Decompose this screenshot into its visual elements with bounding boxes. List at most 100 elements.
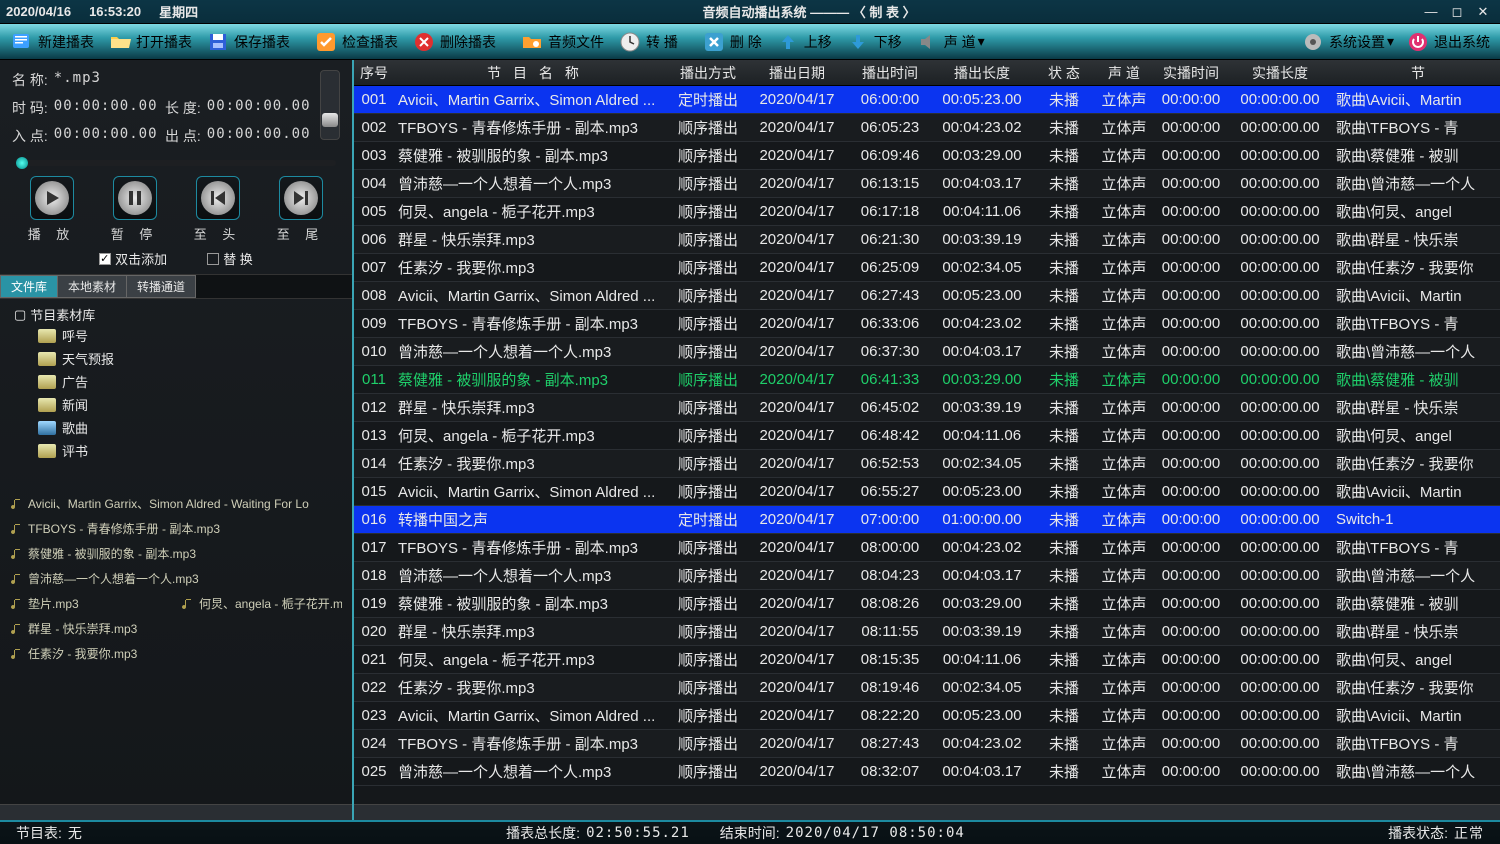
volume-slider[interactable] bbox=[320, 70, 340, 140]
tree-root[interactable]: ▢ 节目素材库 bbox=[14, 305, 348, 324]
file-item[interactable]: 垫片.mp3 bbox=[10, 591, 171, 616]
col-chan[interactable]: 声 道 bbox=[1094, 63, 1154, 83]
tab-local[interactable]: 本地素材 bbox=[57, 275, 127, 298]
col-date[interactable]: 播出日期 bbox=[744, 63, 850, 83]
tree-item[interactable]: 呼号 bbox=[14, 324, 348, 347]
toolbar-label: 音频文件 bbox=[548, 32, 604, 52]
toolbar-label: 删 除 bbox=[730, 32, 762, 52]
playlist-row[interactable]: 012群星 - 快乐崇拜.mp3顺序播出2020/04/1706:45:0200… bbox=[354, 394, 1500, 422]
minimize-button[interactable]: — bbox=[1420, 4, 1442, 20]
move-down-button[interactable]: 下移 bbox=[840, 27, 908, 57]
tree-item[interactable]: 新闻 bbox=[14, 393, 348, 416]
playlist-row[interactable]: 014任素汐 - 我要你.mp3顺序播出2020/04/1706:52:5300… bbox=[354, 450, 1500, 478]
col-name[interactable]: 节 目 名 称 bbox=[394, 63, 672, 83]
file-item[interactable]: Avicii、Martin Garrix、Simon Aldred - Wait… bbox=[10, 491, 342, 516]
file-item[interactable]: 任素汐 - 我要你.mp3 bbox=[10, 641, 342, 666]
playlist-row[interactable]: 021何炅、angela - 栀子花开.mp3顺序播出2020/04/1708:… bbox=[354, 646, 1500, 674]
tree-item[interactable]: 评书 bbox=[14, 439, 348, 462]
playlist-row[interactable]: 019蔡健雅 - 被驯服的象 - 副本.mp3顺序播出2020/04/1708:… bbox=[354, 590, 1500, 618]
playlist-row[interactable]: 016转播中国之声定时播出2020/04/1707:00:0001:00:00.… bbox=[354, 506, 1500, 534]
playlist-row[interactable]: 024TFBOYS - 青春修炼手册 - 副本.mp3顺序播出2020/04/1… bbox=[354, 730, 1500, 758]
audio-file-button[interactable]: 音频文件 bbox=[514, 27, 610, 57]
file-item[interactable]: TFBOYS - 青春修炼手册 - 副本.mp3 bbox=[10, 516, 342, 541]
playlist-h-scrollbar[interactable] bbox=[354, 804, 1500, 820]
progress-bar[interactable] bbox=[16, 160, 336, 166]
file-item[interactable]: 群星 - 快乐崇拜.mp3 bbox=[10, 616, 342, 641]
replace-checkbox[interactable]: 替 换 bbox=[207, 249, 253, 268]
cell-actual-len: 00:00:00.00 bbox=[1228, 455, 1332, 472]
playlist-row[interactable]: 007任素汐 - 我要你.mp3顺序播出2020/04/1706:25:0900… bbox=[354, 254, 1500, 282]
file-name: 任素汐 - 我要你.mp3 bbox=[28, 645, 137, 662]
file-item[interactable]: 何炅、angela - 栀子花开.mp3 bbox=[181, 591, 342, 616]
playlist-row[interactable]: 010曾沛慈—一个人想着一个人.mp3顺序播出2020/04/1706:37:3… bbox=[354, 338, 1500, 366]
cell-name: 任素汐 - 我要你.mp3 bbox=[394, 677, 672, 698]
playlist-row[interactable]: 015Avicii、Martin Garrix、Simon Aldred ...… bbox=[354, 478, 1500, 506]
tree-item[interactable]: 天气预报 bbox=[14, 347, 348, 370]
playlist-row[interactable]: 002TFBOYS - 青春修炼手册 - 副本.mp3顺序播出2020/04/1… bbox=[354, 114, 1500, 142]
playlist-row[interactable]: 013何炅、angela - 栀子花开.mp3顺序播出2020/04/1706:… bbox=[354, 422, 1500, 450]
cell-name: 任素汐 - 我要你.mp3 bbox=[394, 453, 672, 474]
save-playlist-button[interactable]: 保存播表 bbox=[200, 27, 296, 57]
playlist-row[interactable]: 001Avicii、Martin Garrix、Simon Aldred ...… bbox=[354, 86, 1500, 114]
tree-item[interactable]: 广告 bbox=[14, 370, 348, 393]
playlist-row[interactable]: 003蔡健雅 - 被驯服的象 - 副本.mp3顺序播出2020/04/1706:… bbox=[354, 142, 1500, 170]
clock-icon bbox=[618, 30, 642, 54]
playlist-row[interactable]: 004曾沛慈—一个人想着一个人.mp3顺序播出2020/04/1706:13:1… bbox=[354, 170, 1500, 198]
cell-chan: 立体声 bbox=[1094, 621, 1154, 642]
playlist-row[interactable]: 006群星 - 快乐崇拜.mp3顺序播出2020/04/1706:21:3000… bbox=[354, 226, 1500, 254]
tab-files[interactable]: 文件库 bbox=[0, 275, 58, 298]
channel-button[interactable]: 声 道 ▾ bbox=[910, 27, 991, 57]
check-playlist-button[interactable]: 检查播表 bbox=[308, 27, 404, 57]
cell-name: 群星 - 快乐崇拜.mp3 bbox=[394, 229, 672, 250]
col-mode[interactable]: 播出方式 bbox=[672, 63, 744, 83]
cell-actual-len: 00:00:00.00 bbox=[1228, 763, 1332, 780]
playlist-row[interactable]: 020群星 - 快乐崇拜.mp3顺序播出2020/04/1708:11:5500… bbox=[354, 618, 1500, 646]
cell-seq: 017 bbox=[354, 539, 394, 556]
playlist-row[interactable]: 018曾沛慈—一个人想着一个人.mp3顺序播出2020/04/1708:04:2… bbox=[354, 562, 1500, 590]
col-len[interactable]: 播出长度 bbox=[930, 63, 1034, 83]
col-time[interactable]: 播出时间 bbox=[850, 63, 930, 83]
playlist-row[interactable]: 023Avicii、Martin Garrix、Simon Aldred ...… bbox=[354, 702, 1500, 730]
playlist-row[interactable]: 011蔡健雅 - 被驯服的象 - 副本.mp3顺序播出2020/04/1706:… bbox=[354, 366, 1500, 394]
col-actual-len[interactable]: 实播长度 bbox=[1228, 63, 1332, 83]
col-actual-time[interactable]: 实播时间 bbox=[1154, 63, 1228, 83]
dbl-add-checkbox[interactable]: 双击添加 bbox=[99, 249, 167, 268]
col-stat[interactable]: 状 态 bbox=[1034, 63, 1094, 83]
playlist-row[interactable]: 022任素汐 - 我要你.mp3顺序播出2020/04/1708:19:4600… bbox=[354, 674, 1500, 702]
exit-button[interactable]: 退出系统 bbox=[1400, 27, 1496, 57]
move-up-button[interactable]: 上移 bbox=[770, 27, 838, 57]
new-playlist-button[interactable]: 新建播表 bbox=[4, 27, 100, 57]
cell-time: 06:05:23 bbox=[850, 119, 930, 136]
col-seq[interactable]: 序号 bbox=[354, 63, 394, 83]
close-button[interactable]: ✕ bbox=[1472, 4, 1494, 20]
tree-item-label: 广告 bbox=[62, 372, 88, 391]
to-head-button[interactable]: 至 头 bbox=[194, 176, 242, 243]
playlist-row[interactable]: 017TFBOYS - 青春修炼手册 - 副本.mp3顺序播出2020/04/1… bbox=[354, 534, 1500, 562]
tab-relay[interactable]: 转播通道 bbox=[126, 275, 196, 298]
file-name: TFBOYS - 青春修炼手册 - 副本.mp3 bbox=[28, 520, 220, 537]
left-h-scrollbar[interactable] bbox=[0, 804, 352, 820]
cell-mode: 顺序播出 bbox=[672, 173, 744, 194]
file-item[interactable]: 曾沛慈—一个人想着一个人.mp3 bbox=[10, 566, 342, 591]
col-path[interactable]: 节 bbox=[1332, 63, 1500, 83]
playlist-row[interactable]: 008Avicii、Martin Garrix、Simon Aldred ...… bbox=[354, 282, 1500, 310]
maximize-button[interactable]: ◻ bbox=[1446, 4, 1468, 20]
pause-button[interactable]: 暂 停 bbox=[111, 176, 159, 243]
cell-actual-len: 00:00:00.00 bbox=[1228, 315, 1332, 332]
timecode-value: 00:00:00.00 bbox=[54, 98, 159, 118]
playlist-row[interactable]: 025曾沛慈—一个人想着一个人.mp3顺序播出2020/04/1708:32:0… bbox=[354, 758, 1500, 786]
to-end-button[interactable]: 至 尾 bbox=[277, 176, 325, 243]
cell-stat: 未播 bbox=[1034, 145, 1094, 166]
play-button[interactable]: 播 放 bbox=[28, 176, 76, 243]
delete-playlist-button[interactable]: 删除播表 bbox=[406, 27, 502, 57]
relay-button[interactable]: 转 播 bbox=[612, 27, 684, 57]
playlist-row[interactable]: 005何炅、angela - 栀子花开.mp3顺序播出2020/04/1706:… bbox=[354, 198, 1500, 226]
settings-button[interactable]: 系统设置 ▾ bbox=[1295, 27, 1400, 57]
folder-icon bbox=[38, 398, 56, 412]
playlist-row[interactable]: 009TFBOYS - 青春修炼手册 - 副本.mp3顺序播出2020/04/1… bbox=[354, 310, 1500, 338]
sb-pl-label: 节目表: bbox=[16, 823, 62, 843]
open-playlist-button[interactable]: 打开播表 bbox=[102, 27, 198, 57]
file-item[interactable]: 蔡健雅 - 被驯服的象 - 副本.mp3 bbox=[10, 541, 342, 566]
delete-item-button[interactable]: 删 除 bbox=[696, 27, 768, 57]
tree-item[interactable]: 歌曲 bbox=[14, 416, 348, 439]
